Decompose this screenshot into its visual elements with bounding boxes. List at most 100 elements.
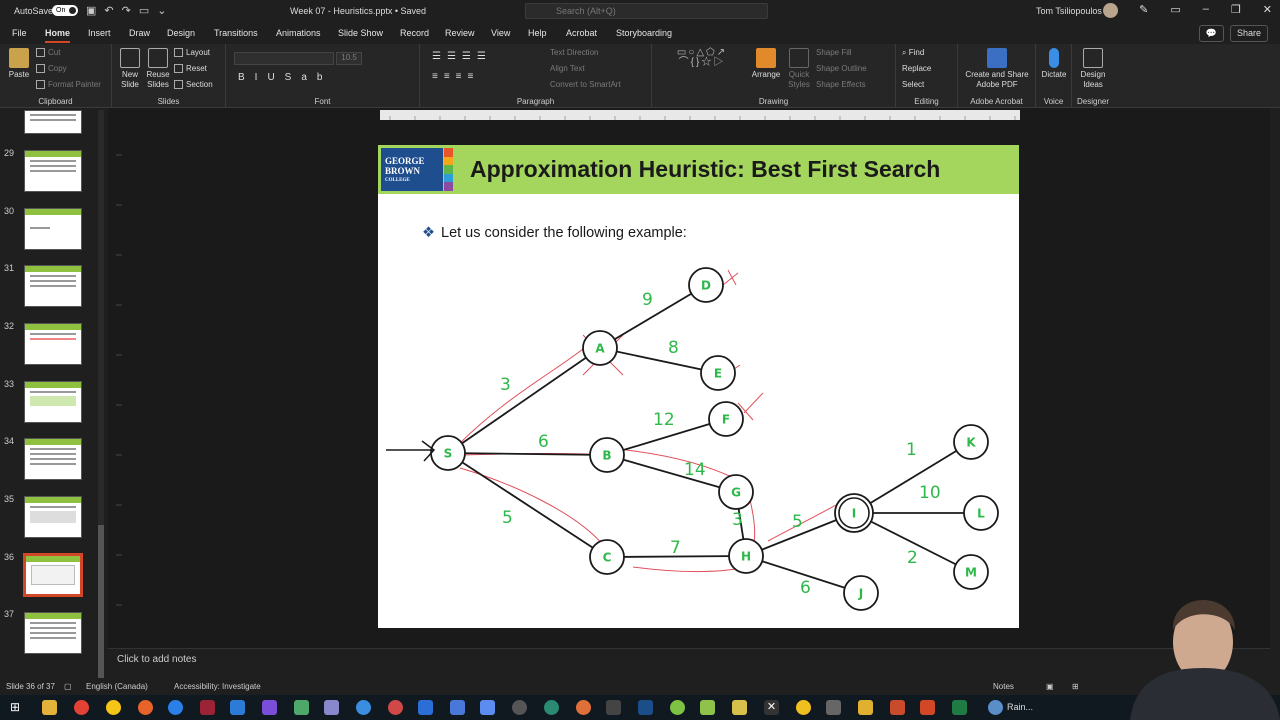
align-text-button[interactable]: Align Text [550,64,585,74]
chrome-icon[interactable] [74,700,89,715]
slide-thumbnail[interactable] [24,496,82,538]
align-buttons[interactable]: ≡≡≡≡ [432,72,479,82]
notes-placeholder[interactable]: Click to add notes [117,654,197,665]
paste-button[interactable]: Paste [6,48,32,80]
pen-icon[interactable]: ✎ [1139,3,1148,16]
tab-slide-show[interactable]: Slide Show [338,28,383,38]
app-icon-8[interactable]: ✕ [764,700,779,715]
app-icon-5[interactable] [670,700,685,715]
tab-transitions[interactable]: Transitions [214,28,258,38]
undo-icon[interactable]: ↶ [104,4,113,17]
app-icon-3[interactable] [544,700,559,715]
font-size-select[interactable]: 10.5 [336,52,362,65]
current-slide[interactable]: GEORGE BROWN COLLEGE Approximation Heuri… [378,145,1019,628]
tab-view[interactable]: View [491,28,510,38]
edge-icon[interactable] [168,700,183,715]
spellcheck-icon[interactable]: ▢ [64,682,72,691]
unity-icon[interactable] [324,700,339,715]
slide-thumbnail[interactable] [24,110,82,134]
firefox-icon[interactable] [138,700,153,715]
comments-button[interactable]: 💬 [1198,25,1224,42]
app-icon-10[interactable] [826,700,841,715]
ribbon-display-icon[interactable]: ▭ [1170,3,1180,16]
shape-effects-button[interactable]: Shape Effects [816,80,866,90]
zoom-icon[interactable] [480,700,495,715]
new-slide-button[interactable]: New Slide [116,48,144,90]
copy-button[interactable]: Copy [36,64,67,74]
slide-thumbnail[interactable] [24,438,82,480]
autosave-toggle[interactable]: On [52,5,78,16]
slide-thumbnail[interactable] [24,150,82,192]
obs-icon[interactable] [512,700,527,715]
select-button[interactable]: Select [902,80,924,90]
text-direction-button[interactable]: Text Direction [550,48,598,58]
slide-thumbnail[interactable] [24,265,82,307]
notes-toggle[interactable]: Notes [993,682,1014,691]
format-painter-button[interactable]: Format Painter [36,80,101,90]
language-indicator[interactable]: English (Canada) [86,682,148,691]
section-button[interactable]: Section [174,80,213,90]
find-button[interactable]: ⌕ Find [902,48,924,58]
tab-storyboarding[interactable]: Storyboarding [616,28,672,38]
app-icon-7[interactable] [732,700,747,715]
app-icon-9[interactable] [796,700,811,715]
avatar[interactable] [1103,3,1118,18]
customize-icon[interactable]: ⌄ [157,4,166,17]
app-icon-11[interactable] [858,700,873,715]
thumbnails-scrollbar[interactable] [98,110,104,680]
restore-icon[interactable]: ❐ [1231,3,1241,16]
slide-thumbnail-selected[interactable] [23,553,83,597]
excel-icon[interactable] [952,700,967,715]
user-name[interactable]: Tom Tsiliopoulos [1036,6,1102,16]
tab-help[interactable]: Help [528,28,547,38]
search-input[interactable]: Search (Alt+Q) [525,3,768,19]
steam-icon[interactable] [638,700,653,715]
file-explorer-icon[interactable] [42,700,57,715]
weather-text[interactable]: Rain... [1007,702,1033,712]
slide-thumbnail[interactable] [24,323,82,365]
tab-acrobat[interactable]: Acrobat [566,28,597,38]
powerpoint-icon[interactable] [920,700,935,715]
app-icon-2[interactable] [450,700,465,715]
close-icon[interactable]: ✕ [1263,3,1272,16]
app-icon-6[interactable] [700,700,715,715]
shapes-gallery[interactable]: ▭○△⬠↗ ⌒{}☆▷ [658,48,746,88]
present-icon[interactable]: ▭ [139,4,149,17]
blender-icon[interactable] [576,700,591,715]
font-family-select[interactable] [234,52,334,65]
vscode-icon[interactable] [230,700,245,715]
browser-icon[interactable] [106,700,121,715]
convert-smartart-button[interactable]: Convert to SmartArt [550,80,621,90]
weather-icon[interactable] [988,700,1003,715]
tab-draw[interactable]: Draw [129,28,150,38]
save-icon[interactable]: ▣ [86,4,96,17]
reuse-slides-button[interactable]: Reuse Slides [144,48,172,90]
minimize-icon[interactable]: – [1203,3,1209,16]
tab-record[interactable]: Record [400,28,429,38]
teams-icon[interactable] [356,700,371,715]
normal-view-icon[interactable]: ▣ [1046,682,1054,691]
visual-studio-icon[interactable] [262,700,277,715]
replace-button[interactable]: Replace [902,64,931,74]
reset-button[interactable]: Reset [174,64,207,74]
design-ideas-button[interactable]: Design Ideas [1074,48,1112,90]
accessibility-status[interactable]: Accessibility: Investigate [174,682,261,691]
app-icon[interactable] [200,700,215,715]
share-button[interactable]: Share [1229,25,1268,42]
tab-review[interactable]: Review [445,28,475,38]
slide-thumbnail[interactable] [24,381,82,423]
shape-outline-button[interactable]: Shape Outline [816,64,867,74]
slide-thumbnail[interactable] [24,208,82,250]
app-icon-4[interactable] [606,700,621,715]
acrobat-icon[interactable] [890,700,905,715]
minecraft-icon[interactable] [294,700,309,715]
quick-styles-button[interactable]: Quick Styles [784,48,814,90]
tab-home[interactable]: Home [45,28,71,43]
list-buttons[interactable]: ☰☰☰☰ [432,52,492,62]
shape-fill-button[interactable]: Shape Fill [816,48,852,58]
tab-file[interactable]: File [12,28,27,38]
arrange-button[interactable]: Arrange [748,48,784,80]
start-icon[interactable]: ⊞ [10,700,25,715]
dictate-button[interactable]: Dictate [1038,48,1070,80]
create-share-pdf-button[interactable]: Create and Share Adobe PDF [962,48,1032,90]
